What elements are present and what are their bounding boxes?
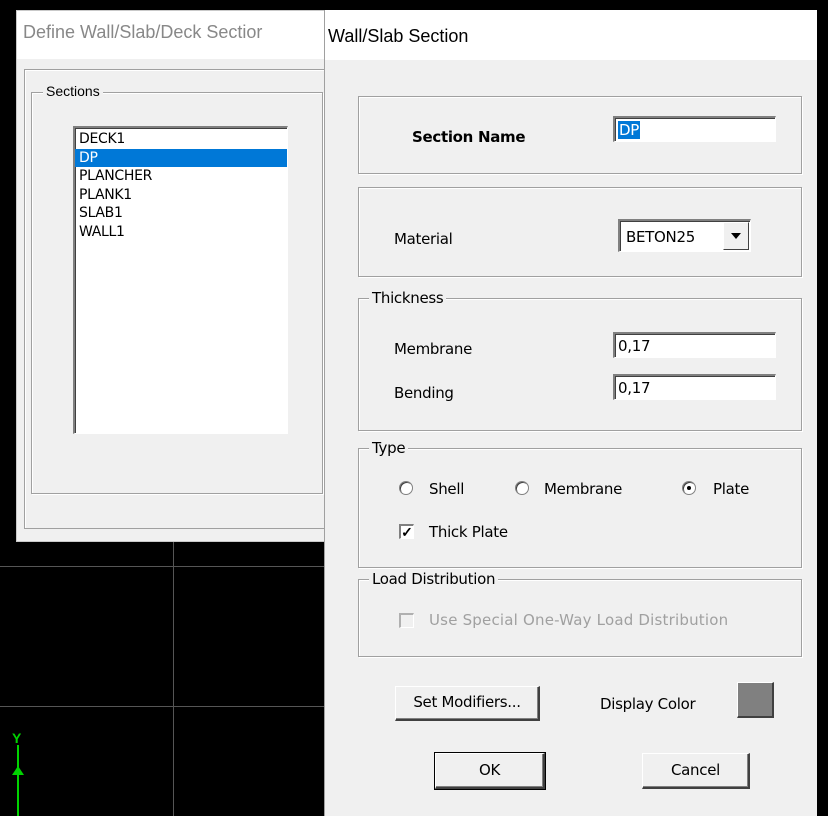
membrane-radio[interactable] [515, 481, 529, 495]
thick-plate-label[interactable]: Thick Plate [429, 523, 508, 541]
membrane-label: Membrane [394, 340, 472, 358]
type-legend: Type [369, 439, 409, 457]
dropdown-button[interactable] [723, 222, 749, 250]
one-way-load-label: Use Special One-Way Load Distribution [429, 611, 729, 629]
sections-list[interactable]: DECK1 DP PLANCHER PLANK1 SLAB1 WALL1 [73, 126, 288, 434]
y-axis-label: Y [12, 730, 22, 746]
sections-group-label: Sections [43, 83, 103, 99]
list-item[interactable]: SLAB1 [75, 204, 287, 223]
material-value: BETON25 [626, 228, 695, 246]
plate-radio[interactable] [682, 481, 696, 495]
y-axis-arrow-icon [12, 766, 24, 775]
bending-label: Bending [394, 384, 454, 402]
y-axis-line [17, 745, 19, 816]
thick-plate-checkbox[interactable]: ✓ [399, 524, 414, 539]
display-color-label: Display Color [600, 695, 696, 713]
thickness-legend: Thickness [369, 289, 447, 307]
material-label: Material [394, 230, 453, 248]
section-name-input[interactable]: DP [613, 116, 776, 142]
thickness-frame [358, 298, 802, 431]
dialog-title: Wall/Slab Section [328, 26, 469, 46]
section-name-value: DP [618, 121, 640, 139]
list-item[interactable]: DECK1 [75, 130, 287, 149]
membrane-type-label[interactable]: Membrane [544, 480, 622, 498]
list-item[interactable]: DP [75, 148, 287, 167]
section-name-label: Section Name [412, 128, 526, 146]
shell-label[interactable]: Shell [429, 480, 464, 498]
grid-line [173, 530, 174, 816]
load-distribution-legend: Load Distribution [369, 570, 499, 588]
grid-line [0, 566, 330, 567]
shell-radio[interactable] [399, 481, 413, 495]
grid-line [0, 706, 330, 707]
bending-thickness-input[interactable]: 0,17 [613, 374, 776, 400]
display-color-swatch[interactable] [737, 682, 774, 718]
one-way-load-checkbox[interactable] [399, 613, 414, 628]
ok-button[interactable]: OK [434, 752, 546, 790]
wall-slab-section-dialog: Wall/Slab Section Section Name DP Materi… [324, 10, 817, 816]
define-sections-titlebar[interactable]: Define Wall/Slab/Deck Sectior [17, 11, 337, 59]
cancel-button[interactable]: Cancel [642, 753, 750, 789]
chevron-down-icon [731, 233, 741, 239]
type-frame [358, 448, 802, 568]
plate-label[interactable]: Plate [713, 480, 749, 498]
set-modifiers-button[interactable]: Set Modifiers... [395, 686, 540, 721]
list-item[interactable]: PLANCHER [75, 167, 287, 186]
define-sections-title: Define Wall/Slab/Deck Sectior [23, 22, 263, 42]
list-item[interactable]: PLANK1 [75, 186, 287, 205]
list-item[interactable]: WALL1 [75, 223, 287, 242]
material-dropdown[interactable]: BETON25 [618, 219, 751, 252]
wall-slab-section-titlebar[interactable]: Wall/Slab Section [325, 10, 817, 60]
membrane-thickness-input[interactable]: 0,17 [613, 332, 776, 358]
